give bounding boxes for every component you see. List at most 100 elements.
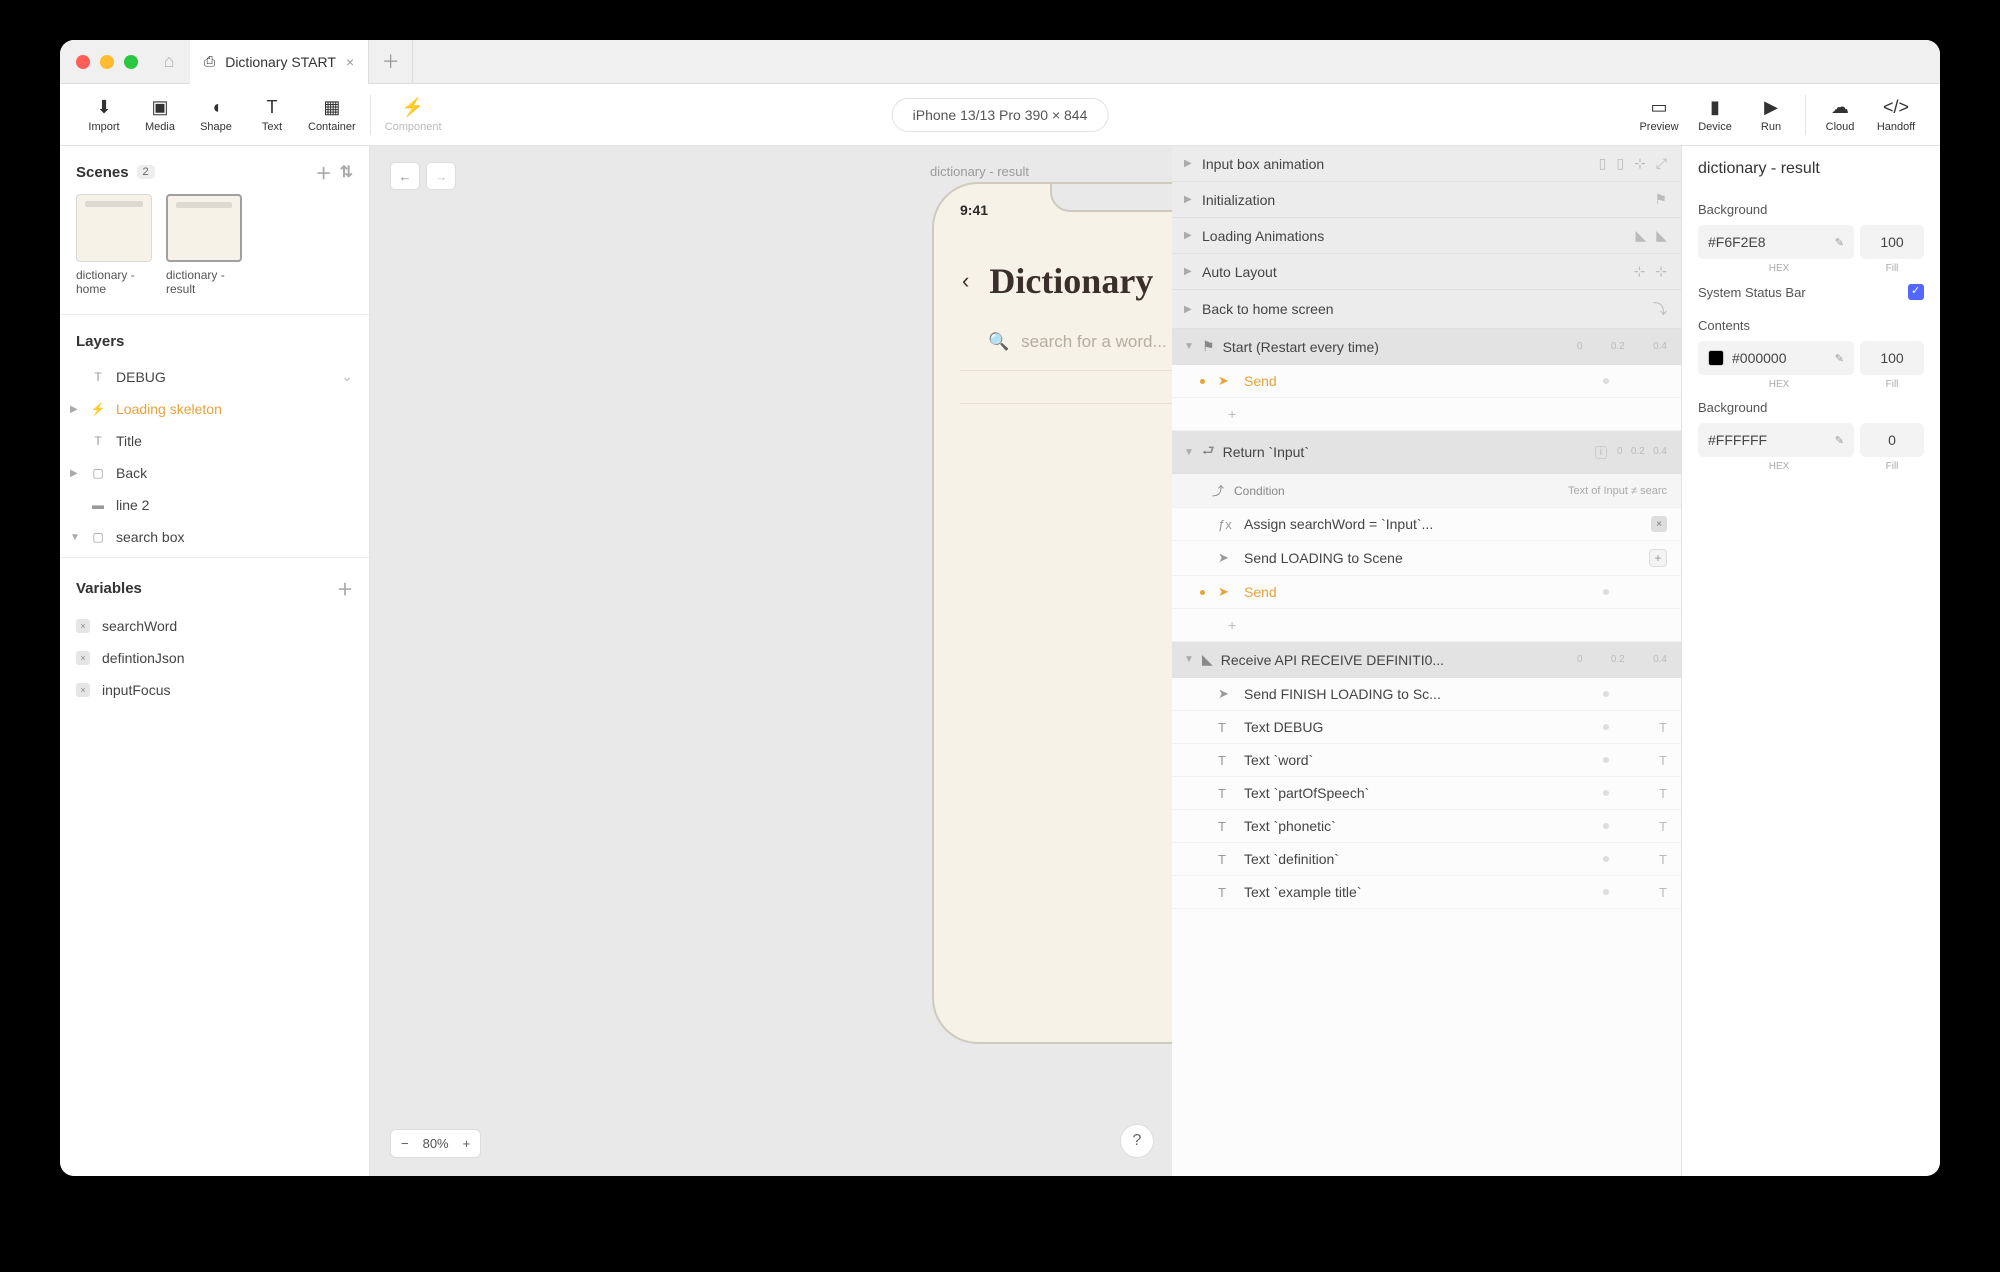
eyedropper-icon[interactable]: ✎ <box>1835 236 1844 249</box>
phone-search[interactable]: 🔍 search for a word... <box>960 322 1172 371</box>
cloud-icon: ☁ <box>1831 96 1849 118</box>
group-input-animation[interactable]: ▶Input box animation▯▯⊹⤢ <box>1172 146 1681 182</box>
timeline-row-send[interactable]: ➤Send <box>1172 576 1681 609</box>
timeline-row-text-pos[interactable]: TText `partOfSpeech`T <box>1172 777 1681 810</box>
handoff-button[interactable]: </>Handoff <box>1868 96 1924 133</box>
device-selector[interactable]: iPhone 13/13 Pro 390 × 844 <box>892 98 1109 132</box>
back-button[interactable]: ← <box>390 162 420 190</box>
component-button[interactable]: ⚡Component <box>377 96 450 133</box>
flag-icon: ⚑ <box>1202 338 1215 355</box>
timeline-row-text-definition[interactable]: TText `definition`T <box>1172 843 1681 876</box>
background-label: Background <box>1698 192 1924 225</box>
eyedropper-icon[interactable]: ✎ <box>1835 352 1844 365</box>
layer-loading-skeleton[interactable]: ▶⚡Loading skeleton <box>60 393 369 425</box>
zoom-out-icon[interactable]: − <box>401 1136 409 1151</box>
remove-icon[interactable]: × <box>1651 516 1667 532</box>
status-bar-label: System Status Bar <box>1698 274 1924 308</box>
zoom-window-button[interactable] <box>124 55 138 69</box>
text-icon: T <box>1659 720 1667 735</box>
zoom-value: 80% <box>423 1136 449 1151</box>
bg-fill-input[interactable]: 100 <box>1860 225 1924 259</box>
focus-icon[interactable]: ⊹ <box>1634 155 1646 172</box>
container-button[interactable]: ▦Container <box>300 96 364 133</box>
forward-button[interactable]: → <box>426 162 456 190</box>
preview-button[interactable]: ▭Preview <box>1631 96 1687 133</box>
bg2-fill-input[interactable]: 0 <box>1860 423 1924 457</box>
layer-debug[interactable]: TDEBUG⌄ <box>60 360 369 393</box>
cloud-button[interactable]: ☁Cloud <box>1812 96 1868 133</box>
component-icon: ⚡ <box>402 96 424 118</box>
info-icon[interactable]: i <box>1595 446 1607 459</box>
variable-inputfocus[interactable]: ×inputFocus <box>60 674 369 706</box>
collapse-icon[interactable]: ⤢ <box>1656 155 1667 172</box>
run-button[interactable]: ▶Run <box>1743 96 1799 133</box>
timeline-row-text-example[interactable]: TText `example title`T <box>1172 876 1681 909</box>
bg2-hex-input[interactable]: #FFFFFF✎ <box>1698 423 1854 457</box>
bg-hex-input[interactable]: #F6F2E8✎ <box>1698 225 1854 259</box>
zoom-control[interactable]: − 80% + <box>390 1129 481 1158</box>
timeline-add-row[interactable]: + <box>1172 398 1681 431</box>
shape-button[interactable]: ◖Shape <box>188 96 244 133</box>
timeline-row-finish[interactable]: ➤Send FINISH LOADING to Sc... <box>1172 678 1681 711</box>
phone-mockup[interactable]: 9:41 ▮▮▮◉▬▮ ‹ Dictionary 🔍 search for a … <box>932 182 1172 1044</box>
tab-title: Dictionary START <box>225 54 336 70</box>
close-window-button[interactable] <box>76 55 90 69</box>
timeline-row-send[interactable]: ➤Send <box>1172 365 1681 398</box>
group-back-home[interactable]: ▶Back to home screen⤵ <box>1172 290 1681 329</box>
text-icon: T <box>1218 720 1234 735</box>
disclosure-icon[interactable]: ▶ <box>70 404 78 415</box>
scene-dictionary-result[interactable]: dictionary - result <box>166 194 242 296</box>
text-button[interactable]: TText <box>244 96 300 133</box>
import-button[interactable]: ⬇Import <box>76 96 132 133</box>
disclosure-icon[interactable]: ▼ <box>70 532 80 543</box>
device-button[interactable]: ▮Device <box>1687 96 1743 133</box>
group-loading-animations[interactable]: ▶Loading Animations◣◣ <box>1172 218 1681 254</box>
canvas[interactable]: ← → dictionary - result 9:41 ▮▮▮◉▬▮ ‹ Di… <box>370 146 1172 1176</box>
disclosure-icon[interactable]: ▶ <box>70 468 78 479</box>
layer-line2[interactable]: ▬line 2 <box>60 489 369 521</box>
scene-dictionary-home[interactable]: dictionary - home <box>76 194 152 296</box>
media-button[interactable]: ▣Media <box>132 96 188 133</box>
return-icon: ⮐ <box>1202 440 1215 464</box>
phone-heading: Dictionary <box>989 260 1153 302</box>
group-receive-api[interactable]: ▼◣Receive API RECEIVE DEFINITI0...0 0.2 … <box>1172 642 1681 678</box>
variable-definitionjson[interactable]: ×defintionJson <box>60 642 369 674</box>
traffic-lights <box>60 55 154 69</box>
layer-title[interactable]: TTitle <box>60 425 369 457</box>
group-initialization[interactable]: ▶Initialization⚑ <box>1172 182 1681 218</box>
variable-searchword[interactable]: ×searchWord <box>60 610 369 642</box>
timeline-row-text-word[interactable]: TText `word`T <box>1172 744 1681 777</box>
add-variable-icon[interactable]: ＋ <box>337 576 353 600</box>
timeline-add-row[interactable]: + <box>1172 609 1681 642</box>
document-tab[interactable]: ⎙ Dictionary START × <box>190 40 369 84</box>
align-icon[interactable]: ▯ <box>1599 155 1607 172</box>
status-bar-checkbox[interactable] <box>1908 284 1924 300</box>
content-fill-input[interactable]: 100 <box>1860 341 1924 375</box>
add-icon[interactable]: + <box>1649 549 1667 567</box>
layer-back[interactable]: ▶▢Back <box>60 457 369 489</box>
eyedropper-icon[interactable]: ✎ <box>1835 434 1844 447</box>
timeline-condition[interactable]: ⤴ConditionText of Input ≠ searc <box>1172 474 1681 508</box>
align-icon[interactable]: ▯ <box>1616 155 1624 172</box>
timeline-row-text-debug[interactable]: TText DEBUGT <box>1172 711 1681 744</box>
group-return-input[interactable]: ▼⮐Return `Input`i0 0.2 0.4 <box>1172 431 1681 474</box>
zoom-in-icon[interactable]: + <box>463 1136 471 1151</box>
send-icon: ➤ <box>1218 686 1234 702</box>
sort-scenes-icon[interactable]: ⇅ <box>340 162 353 182</box>
layer-search-box[interactable]: ▼▢search box <box>60 521 369 553</box>
timeline-row-text-phonetic[interactable]: TText `phonetic`T <box>1172 810 1681 843</box>
text-icon: T <box>267 96 278 118</box>
home-icon[interactable]: ⌂ <box>154 51 184 72</box>
group-start[interactable]: ▼⚑Start (Restart every time)0 0.2 0.4 <box>1172 329 1681 365</box>
group-auto-layout[interactable]: ▶Auto Layout⊹⊹ <box>1172 254 1681 290</box>
content-hex-input[interactable]: #000000✎ <box>1698 341 1854 375</box>
timeline-row-send-loading[interactable]: ➤Send LOADING to Scene+ <box>1172 541 1681 576</box>
minimize-window-button[interactable] <box>100 55 114 69</box>
add-tab-button[interactable]: ＋ <box>369 40 413 84</box>
add-scene-icon[interactable]: ＋ <box>316 160 332 184</box>
timeline-row-assign[interactable]: ƒxAssign searchWord = `Input`...× <box>1172 508 1681 541</box>
close-tab-icon[interactable]: × <box>346 54 354 70</box>
flag-icon: ⚑ <box>1654 191 1667 208</box>
help-button[interactable]: ? <box>1120 1124 1154 1158</box>
back-chevron-icon[interactable]: ‹ <box>962 268 969 294</box>
